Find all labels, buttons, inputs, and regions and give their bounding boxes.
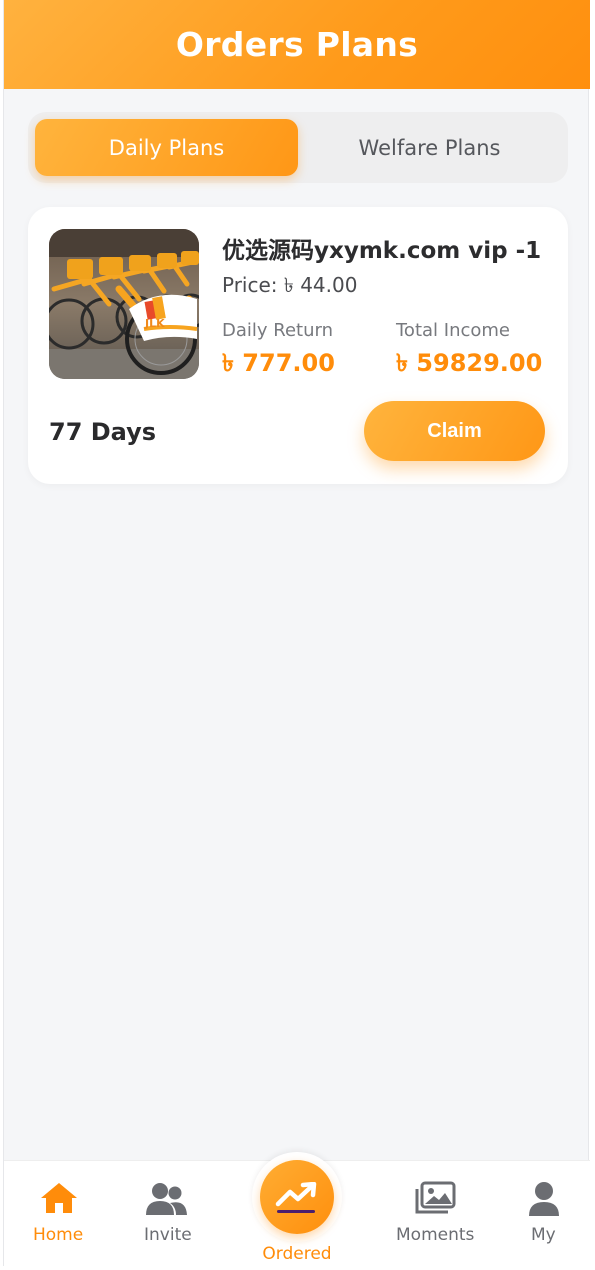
plan-card: JLK 优选源码yxymk.com vip -1 Price: ৳ 44.00 …	[28, 207, 568, 484]
total-income-label: Total Income	[396, 320, 510, 341]
user-icon	[528, 1181, 560, 1221]
nav-invite[interactable]: Invite	[138, 1161, 198, 1267]
nav-home-label: Home	[33, 1225, 84, 1245]
nav-my[interactable]: My	[524, 1161, 564, 1267]
nav-moments-label: Moments	[396, 1225, 475, 1245]
plan-days: 77 Days	[49, 418, 157, 446]
nav-moments[interactable]: Moments	[390, 1161, 480, 1267]
total-income-value: ৳ 59829.00	[396, 349, 543, 377]
nav-ordered[interactable]	[260, 1160, 334, 1234]
nav-invite-label: Invite	[144, 1225, 192, 1245]
plan-image: JLK	[49, 229, 199, 379]
daily-return-label: Daily Return	[222, 320, 333, 341]
photos-icon	[414, 1181, 456, 1219]
daily-return-value: ৳ 777.00	[222, 349, 335, 377]
plan-title: 优选源码yxymk.com vip -1	[222, 238, 542, 264]
claim-button[interactable]: Claim	[364, 401, 545, 461]
tab-daily-plans[interactable]: Daily Plans	[35, 119, 298, 176]
home-icon	[40, 1181, 78, 1219]
trending-up-icon	[275, 1181, 319, 1220]
page-title: Orders Plans	[175, 25, 419, 64]
users-icon	[144, 1181, 188, 1221]
plan-tabs: Daily Plans Welfare Plans	[28, 112, 568, 183]
app-screen: Orders Plans Daily Plans Welfare Plans J…	[3, 0, 590, 1267]
image-logo-text: JLK	[144, 317, 165, 330]
page-header: Orders Plans	[4, 0, 590, 89]
nav-home[interactable]: Home	[28, 1161, 88, 1267]
plan-price: Price: ৳ 44.00	[222, 273, 358, 297]
tab-welfare-plans[interactable]: Welfare Plans	[298, 119, 561, 176]
bike-photo: JLK	[49, 229, 199, 379]
nav-ordered-label: Ordered	[262, 1244, 332, 1264]
nav-my-label: My	[531, 1225, 556, 1245]
